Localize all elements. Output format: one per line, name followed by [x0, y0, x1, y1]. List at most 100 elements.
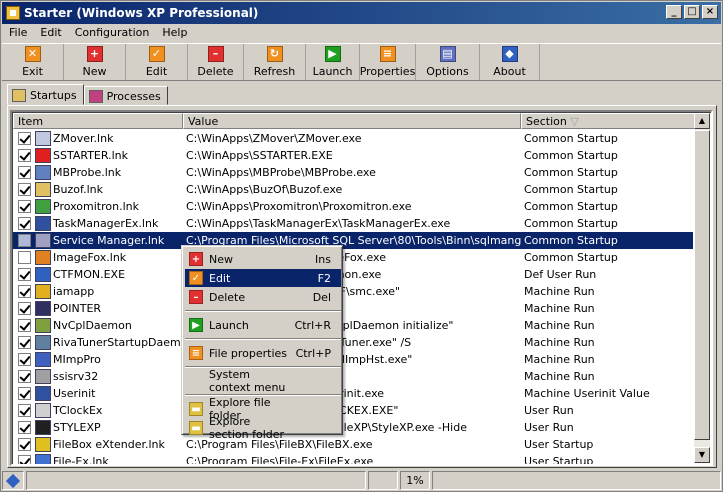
edit-button[interactable]: ✓ Edit — [126, 44, 188, 80]
enable-checkbox[interactable] — [18, 302, 31, 315]
scroll-down-button[interactable]: ▼ — [694, 447, 710, 463]
vertical-scrollbar[interactable]: ▲ ▼ — [694, 113, 710, 463]
table-row[interactable]: ImageFox.lnkC:\WinApps\ImageFox\ImageFox… — [13, 249, 693, 266]
menu-item-shortcut: Del — [312, 290, 331, 304]
minimize-button[interactable]: _ — [666, 5, 682, 19]
table-row[interactable]: CTFMON.EXEC:\WINDOWS\system32\ctfmon.exe… — [13, 266, 693, 283]
blank-icon — [189, 374, 203, 388]
table-row[interactable]: STYLEXPC:\Program Files\TGTSoft\StyleXP\… — [13, 419, 693, 436]
table-row[interactable]: POINTERpoint32.exeMachine Run — [13, 300, 693, 317]
table-row[interactable]: FileBox eXtender.lnk C:\Program Files\Fil… — [13, 436, 693, 453]
column-header-value[interactable]: Value — [183, 113, 521, 129]
enable-checkbox[interactable] — [18, 234, 31, 247]
options-button[interactable]: ▤ Options — [416, 44, 480, 80]
close-button[interactable]: × — [702, 5, 718, 19]
menu-file[interactable]: File — [2, 24, 33, 41]
toolbar-label: Edit — [145, 65, 168, 78]
item-name: MImpPro — [53, 353, 101, 366]
scroll-up-button[interactable]: ▲ — [694, 113, 710, 129]
enable-checkbox[interactable] — [18, 438, 31, 451]
enable-checkbox[interactable] — [18, 149, 31, 162]
enable-checkbox[interactable] — [18, 132, 31, 145]
menu-bar: File Edit Configuration Help — [2, 24, 193, 41]
enable-checkbox[interactable] — [18, 336, 31, 349]
enable-checkbox[interactable] — [18, 268, 31, 281]
menu-item-edit[interactable]: ✓ Edit F2 — [185, 269, 341, 287]
scroll-thumb[interactable] — [694, 130, 710, 440]
table-row[interactable]: Buzof.lnk C:\WinApps\BuzOf\Buzof.exe Commo… — [13, 181, 693, 198]
item-cell: STYLEXP — [13, 420, 183, 435]
enable-checkbox[interactable] — [18, 353, 31, 366]
table-row[interactable]: iamapp"C:\Program Files\Sygate\SPF\smc.e… — [13, 283, 693, 300]
table-row[interactable]: MBProbe.lnk C:\WinApps\MBProbe\MBProbe.ex… — [13, 164, 693, 181]
edit-icon: ✓ — [148, 46, 165, 62]
menu-item-explore-section-folder[interactable]: ▬ Explore section folder — [185, 415, 341, 441]
enable-checkbox[interactable] — [18, 217, 31, 230]
item-cell: File-Ex.lnk — [13, 454, 183, 464]
table-row[interactable]: Proxomitron.lnk C:\WinApps\Proxomitron\Pr… — [13, 198, 693, 215]
launch-button[interactable]: ▶ Launch — [306, 44, 360, 80]
table-row[interactable]: MImpPro"C:\Program Files\MImpPro\MImpHst… — [13, 351, 693, 368]
delete-button[interactable]: – Delete — [188, 44, 244, 80]
sort-arrow-icon: ▽ — [570, 115, 579, 128]
tab-startups[interactable]: Startups — [7, 84, 84, 105]
refresh-button[interactable]: ↻ Refresh — [244, 44, 306, 80]
item-name: RivaTunerStartupDaemon — [53, 336, 183, 349]
table-row[interactable]: RivaTunerStartupDaemon"C:\WinApps\RivaTu… — [13, 334, 693, 351]
section-cell: Machine Run — [524, 319, 595, 332]
tab-processes[interactable]: Processes — [83, 86, 168, 105]
table-row[interactable]: UserinitC:\WINDOWS\system32\userinit.exe… — [13, 385, 693, 402]
enable-checkbox[interactable] — [18, 455, 31, 464]
toolbar-label: About — [493, 65, 526, 78]
enable-checkbox[interactable] — [18, 166, 31, 179]
tab-strip: Startups Processes — [7, 84, 168, 105]
exit-button[interactable]: ✕ Exit — [2, 44, 64, 80]
table-row[interactable]: TClockEx"C:\WinApps\TClockEx\TCLOCKEX.EX… — [13, 402, 693, 419]
section-cell: User Startup — [524, 438, 594, 451]
menu-item-launch[interactable]: ▶ Launch Ctrl+R — [185, 316, 341, 334]
delete-icon: – — [189, 290, 203, 304]
enable-checkbox[interactable] — [18, 404, 31, 417]
table-row[interactable]: ZMover.lnk C:\WinApps\ZMover\ZMover.exe Co… — [13, 130, 693, 147]
enable-checkbox[interactable] — [18, 387, 31, 400]
options-icon: ▤ — [439, 46, 456, 62]
table-row[interactable]: Service Manager.lnk C:\Program Files\Micr… — [13, 232, 693, 249]
table-row[interactable]: File-Ex.lnk C:\Program Files\File-Ex\File… — [13, 453, 693, 466]
status-info-icon — [2, 471, 24, 490]
enable-checkbox[interactable] — [18, 421, 31, 434]
enable-checkbox[interactable] — [18, 370, 31, 383]
item-icon — [35, 335, 51, 350]
title-bar[interactable]: Starter (Windows XP Professional) _ □ × — [2, 2, 721, 24]
item-name: TaskManagerEx.lnk — [53, 217, 159, 230]
startup-list[interactable]: Item Value Section ▽ ZMover.lnk C:\WinApp… — [10, 110, 713, 466]
menu-item-delete[interactable]: – Delete Del — [185, 288, 341, 306]
properties-button[interactable]: ≡ Properties — [360, 44, 416, 80]
menu-edit[interactable]: Edit — [33, 24, 67, 41]
section-cell: Common Startup — [524, 234, 618, 247]
menu-item-file-properties[interactable]: ≡ File properties Ctrl+P — [185, 344, 341, 362]
maximize-button[interactable]: □ — [684, 5, 700, 19]
table-row[interactable]: ssisrv32C:\WINDOWS\ssisrv32.exeMachine R… — [13, 368, 693, 385]
item-cell: FileBox eXtender.lnk — [13, 437, 183, 452]
menu-item-new[interactable]: + New Ins — [185, 250, 341, 268]
menu-item-system-context-menu[interactable]: System context menu — [185, 368, 341, 394]
about-button[interactable]: ◆ About — [480, 44, 540, 80]
section-cell: Machine Run — [524, 353, 595, 366]
enable-checkbox[interactable] — [18, 200, 31, 213]
enable-checkbox[interactable] — [18, 319, 31, 332]
table-row[interactable]: NvCplDaemonRUNDLL32.EXE NvQTwk,NvCplDaem… — [13, 317, 693, 334]
column-header-section[interactable]: Section ▽ — [521, 113, 695, 129]
menu-help[interactable]: Help — [155, 24, 193, 41]
item-name: ImageFox.lnk — [53, 251, 127, 264]
new-button[interactable]: + New — [64, 44, 126, 80]
value-cell: C:\Program Files\File-Ex\FileEx.exe — [186, 455, 374, 466]
column-header-item[interactable]: Item — [13, 113, 183, 129]
enable-checkbox[interactable] — [18, 251, 31, 264]
enable-checkbox[interactable] — [18, 285, 31, 298]
table-row[interactable]: SSTARTER.lnk C:\WinApps\SSTARTER.EXE Commo… — [13, 147, 693, 164]
enable-checkbox[interactable] — [18, 183, 31, 196]
item-cell: ssisrv32 — [13, 369, 183, 384]
table-row[interactable]: TaskManagerEx.lnk C:\WinApps\TaskManagerE… — [13, 215, 693, 232]
menu-configuration[interactable]: Configuration — [68, 24, 156, 41]
section-cell: Common Startup — [524, 217, 618, 230]
